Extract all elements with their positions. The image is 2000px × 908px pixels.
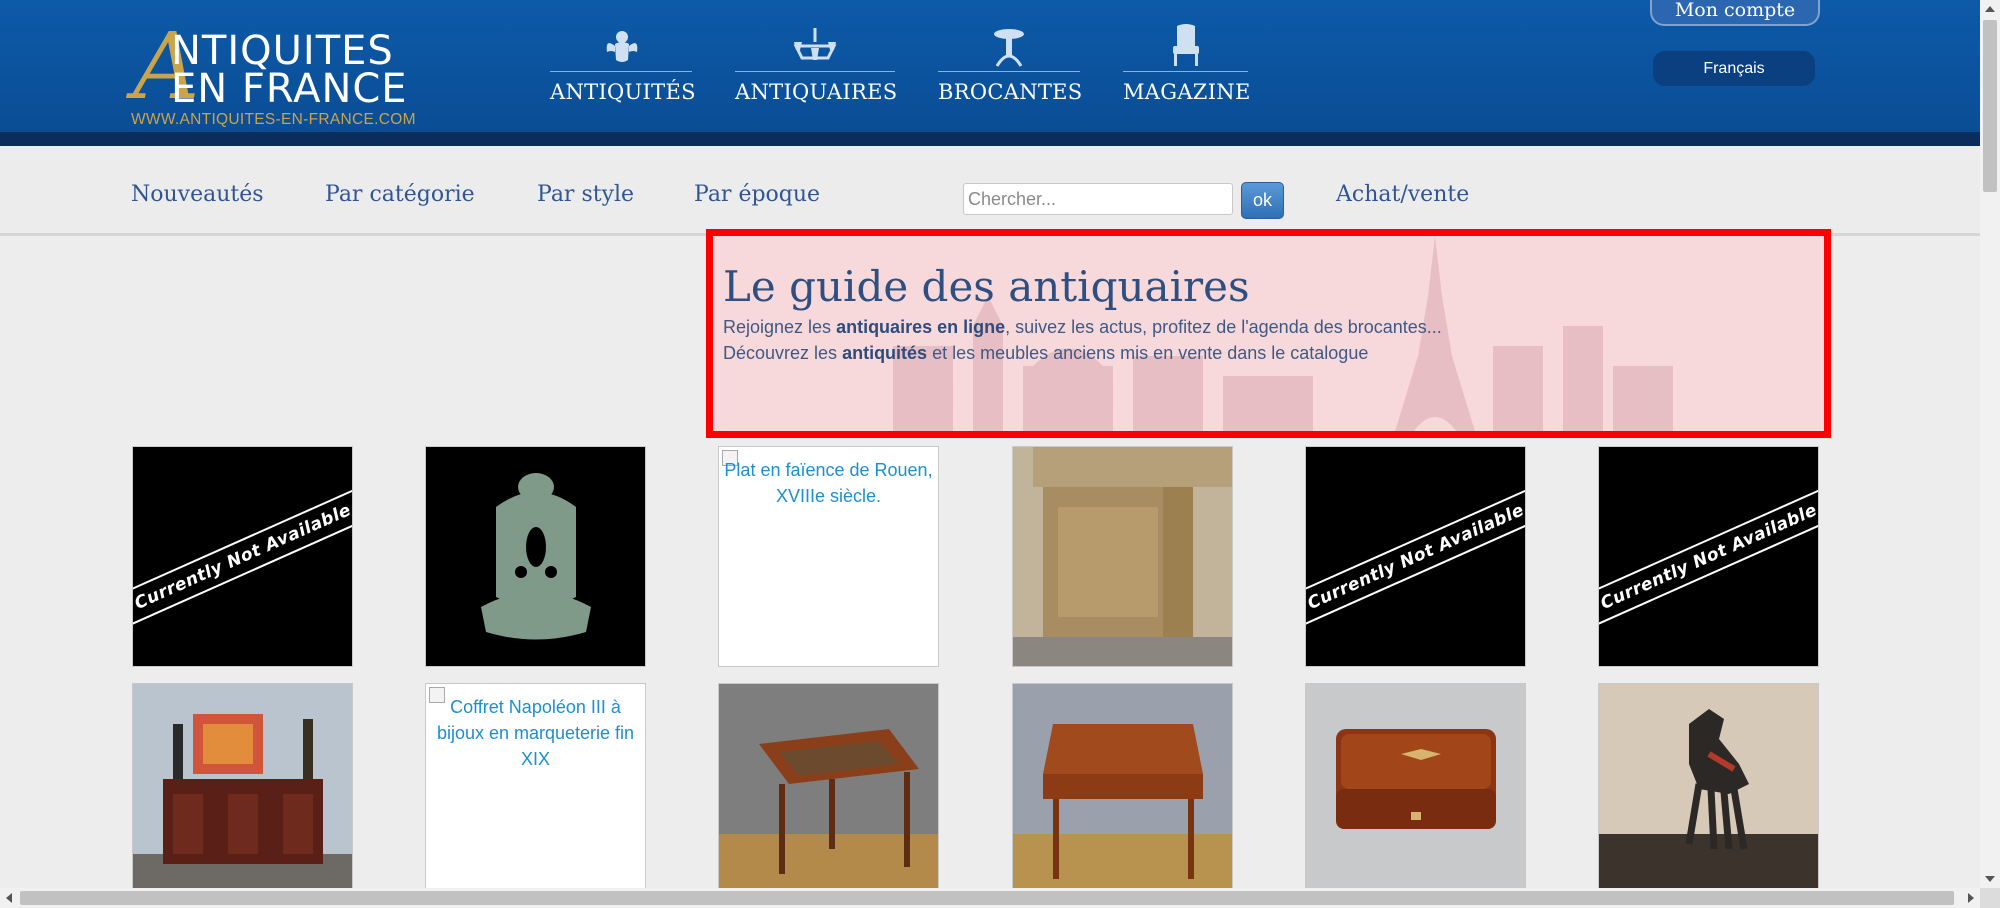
product-tile[interactable]: Currently Not Available — [1598, 446, 1819, 667]
not-available-badge: Currently Not Available — [132, 488, 353, 625]
logo-line1: NTIQUITES — [171, 28, 394, 74]
not-available-badge: Currently Not Available — [1598, 488, 1819, 625]
product-image-sideboard — [1013, 447, 1232, 666]
product-image-games-table — [719, 684, 938, 888]
scroll-left-arrow-icon[interactable] — [6, 893, 12, 903]
site-header: A NTIQUITES EN FRANCE WWW.ANTIQUITES-EN-… — [0, 0, 1980, 146]
product-image-writing-desk — [1013, 684, 1232, 888]
search-submit-button[interactable]: ok — [1241, 182, 1284, 219]
my-account-label: Mon compte — [1674, 0, 1796, 21]
subnav-par-style[interactable]: Par style — [537, 182, 634, 207]
product-image-horse-statue — [1599, 684, 1818, 888]
vertical-scrollbar[interactable] — [1980, 0, 2000, 888]
nav-label: ANTIQUITÉS — [550, 80, 696, 104]
product-tile[interactable]: Coffret Napoléon III à bijoux en marquet… — [425, 683, 646, 889]
language-selector[interactable]: Français — [1653, 51, 1815, 86]
product-image-fountain — [481, 473, 591, 640]
scrollbar-corner — [1980, 888, 2000, 908]
subnav-par-categorie[interactable]: Par catégorie — [325, 182, 475, 207]
hero-title: Le guide des antiquaires — [723, 262, 1250, 311]
not-available-text: Currently Not Available — [132, 499, 353, 614]
not-available-text: Currently Not Available — [1305, 499, 1526, 614]
not-available-badge: Currently Not Available — [1305, 488, 1526, 625]
horizontal-scroll-thumb[interactable] — [20, 891, 1954, 905]
not-available-text: Currently Not Available — [1598, 499, 1819, 614]
chandelier-icon — [735, 22, 895, 68]
product-tile[interactable] — [1598, 683, 1819, 889]
nav-brocantes[interactable]: BROCANTES — [938, 22, 1083, 104]
hero-banner: Le guide des antiquaires Rejoignez les a… — [706, 229, 1831, 438]
hero-line-2: Découvrez les antiquités et les meubles … — [723, 343, 1368, 364]
armchair-icon — [1123, 22, 1248, 68]
nav-divider — [938, 71, 1080, 72]
scroll-down-arrow-icon[interactable] — [1985, 876, 1995, 882]
site-logo[interactable]: A NTIQUITES EN FRANCE WWW.ANTIQUITES-EN-… — [131, 21, 436, 133]
hero-line-2-c: et les meubles anciens mis en vente dans… — [927, 343, 1369, 363]
product-image-buffet — [133, 684, 352, 888]
hero-line-1: Rejoignez les antiquaires en ligne, suiv… — [723, 317, 1442, 338]
nav-label: MAGAZINE — [1123, 80, 1251, 104]
nav-divider — [735, 71, 895, 72]
logo-url: WWW.ANTIQUITES-EN-FRANCE.COM — [131, 111, 416, 128]
product-alt-text: Plat en faïence de Rouen, XVIIIe siècle. — [724, 460, 933, 506]
product-tile[interactable]: Plat en faïence de Rouen, XVIIIe siècle. — [718, 446, 939, 667]
nav-divider — [550, 71, 692, 72]
nav-antiquaires[interactable]: ANTIQUAIRES — [735, 22, 898, 104]
subnav-achat-vente[interactable]: Achat/vente — [1336, 182, 1469, 207]
hero-line-2-b[interactable]: antiquités — [842, 343, 927, 363]
nav-label: BROCANTES — [938, 80, 1083, 104]
logo-line2: EN FRANCE — [171, 66, 408, 112]
hero-line-1-a: Rejoignez les — [723, 317, 837, 337]
product-alt-text: Coffret Napoléon III à bijoux en marquet… — [436, 697, 635, 769]
product-image-jewelry-box — [1306, 684, 1525, 888]
nav-antiquites[interactable]: ANTIQUITÉS — [550, 22, 696, 104]
product-tile[interactable] — [132, 683, 353, 889]
scroll-right-arrow-icon[interactable] — [1968, 893, 1974, 903]
horizontal-scrollbar[interactable] — [0, 888, 1980, 908]
product-tile[interactable] — [1012, 446, 1233, 667]
nav-label: ANTIQUAIRES — [735, 80, 898, 104]
hero-line-1-b[interactable]: antiquaires en ligne — [836, 317, 1005, 337]
hero-line-2-a: Découvrez les — [723, 343, 843, 363]
product-tile[interactable]: Currently Not Available — [1305, 446, 1526, 667]
subnav-nouveautes[interactable]: Nouveautés — [131, 182, 264, 207]
product-tile[interactable] — [1305, 683, 1526, 889]
pedestal-table-icon — [938, 22, 1080, 68]
product-tile[interactable] — [1012, 683, 1233, 889]
product-tile[interactable]: Currently Not Available — [132, 446, 353, 667]
nav-divider — [1123, 71, 1248, 72]
nav-magazine[interactable]: MAGAZINE — [1123, 22, 1251, 104]
hero-line-1-c: , suivez les actus, profitez de l'agenda… — [1005, 317, 1442, 337]
subnav-par-epoque[interactable]: Par époque — [694, 182, 820, 207]
vertical-scroll-thumb[interactable] — [1983, 20, 1997, 192]
product-tile[interactable] — [425, 446, 646, 667]
product-tile[interactable] — [718, 683, 939, 889]
scroll-up-arrow-icon[interactable] — [1985, 6, 1995, 12]
my-account-button[interactable]: Mon compte — [1650, 0, 1820, 26]
search-input[interactable] — [963, 183, 1233, 215]
cherub-icon — [550, 22, 692, 68]
